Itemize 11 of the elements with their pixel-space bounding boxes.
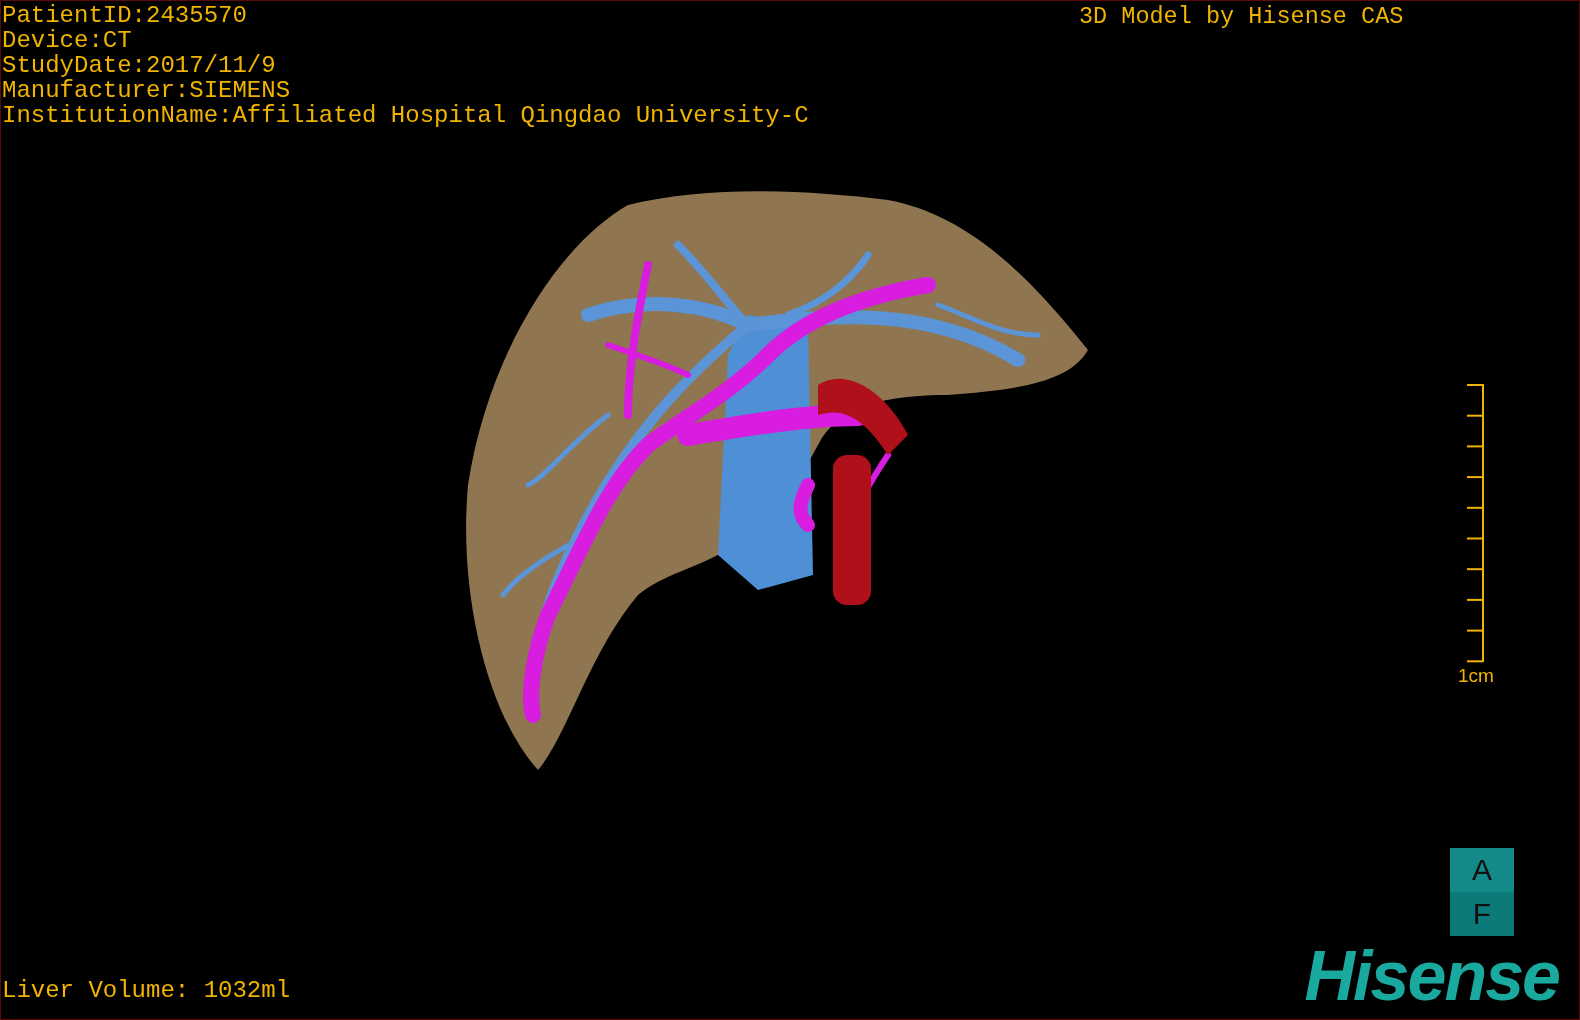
brand-logo: Hisense <box>1304 939 1560 1013</box>
model-title: 3D Model by Hisense CAS <box>1079 4 1404 29</box>
scale-label: 1cm <box>1458 666 1494 686</box>
orientation-marker: F <box>1450 892 1514 936</box>
patient-info-text: Manufacturer:SIEMENS <box>2 78 292 103</box>
patient-info-text: StudyDate:2017/11/9 <box>2 53 277 78</box>
patient-info-text: Device:CT <box>2 28 133 53</box>
liver-volume-text: Liver Volume: 1032ml <box>2 978 291 1003</box>
patient-info-text: PatientID:2435570 <box>2 3 248 28</box>
patient-info-text: InstitutionName:Affiliated Hospital Qingdao University-C <box>2 103 809 128</box>
orientation-marker: A <box>1450 848 1514 892</box>
